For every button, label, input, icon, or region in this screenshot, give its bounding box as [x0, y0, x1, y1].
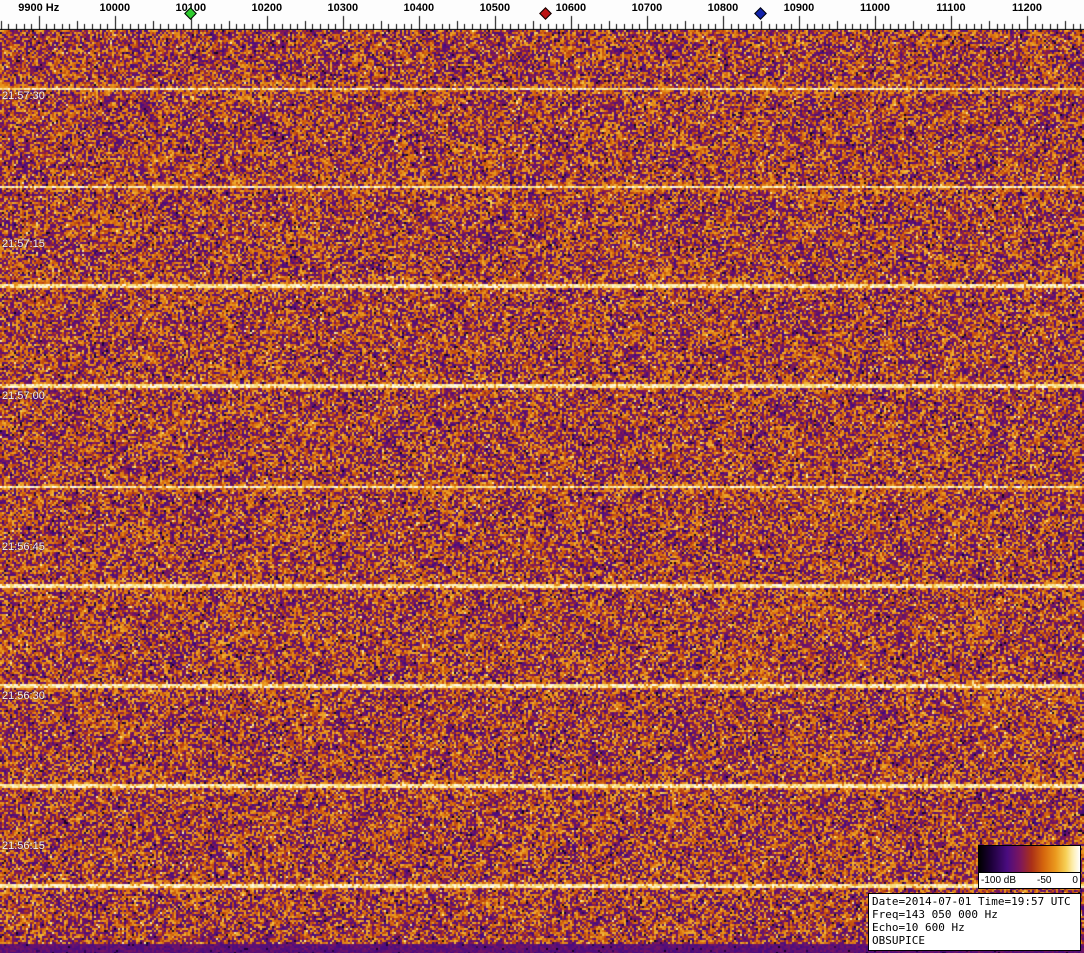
freq-tick-label: 10700 [631, 2, 663, 14]
freq-tick-label: 11000 [859, 2, 890, 14]
waterfall-area: 21:57:30 21:57:15 21:57:00 21:56:45 21:56:30… [0, 30, 1084, 953]
freq-tick-label: 11100 [936, 2, 966, 14]
time-tick-label: 21:56:45 [2, 541, 45, 553]
freq-tick-label: 10000 [99, 2, 131, 14]
info-echo-line: Echo=10 600 Hz [872, 921, 965, 934]
info-box: Date=2014-07-01 Time=19:57 UTC Freq=143 … [868, 893, 1081, 951]
freq-tick-label: 10500 [479, 2, 511, 14]
spectrogram-canvas [0, 30, 1084, 953]
spectrogram-display: 9900 Hz100001010010200103001040010500106… [0, 0, 1084, 953]
freq-tick-label: 10400 [403, 2, 435, 14]
colorbar-labels: -100 dB -50 0 [979, 873, 1080, 888]
info-station-line: OBSUPICE [872, 934, 925, 947]
time-tick-label: 21:56:15 [2, 840, 45, 852]
freq-tick-label: 10200 [251, 2, 283, 14]
time-tick-label: 21:56:30 [2, 690, 45, 702]
colorbar-label-mid: -50 [1037, 875, 1052, 886]
freq-tick-label: 11200 [1011, 2, 1042, 14]
info-date-line: Date=2014-07-01 Time=19:57 UTC [872, 895, 1071, 908]
time-tick-label: 21:57:15 [2, 238, 45, 250]
freq-tick-label: 10900 [783, 2, 815, 14]
time-tick-label: 21:57:30 [2, 90, 45, 102]
freq-tick-label: 10600 [555, 2, 587, 14]
freq-tick-label: 9900 Hz [18, 2, 60, 14]
colorbar-label-max: 0 [1072, 875, 1078, 886]
colorbar: -100 dB -50 0 [978, 845, 1081, 889]
info-freq-line: Freq=143 050 000 Hz [872, 908, 998, 921]
freq-tick-label: 10800 [707, 2, 739, 14]
frequency-ruler[interactable]: 9900 Hz100001010010200103001040010500106… [0, 0, 1084, 30]
colorbar-label-min: -100 dB [981, 875, 1017, 886]
time-tick-label: 21:57:00 [2, 390, 45, 402]
freq-tick-label: 10300 [327, 2, 359, 14]
colorbar-gradient [979, 846, 1080, 873]
